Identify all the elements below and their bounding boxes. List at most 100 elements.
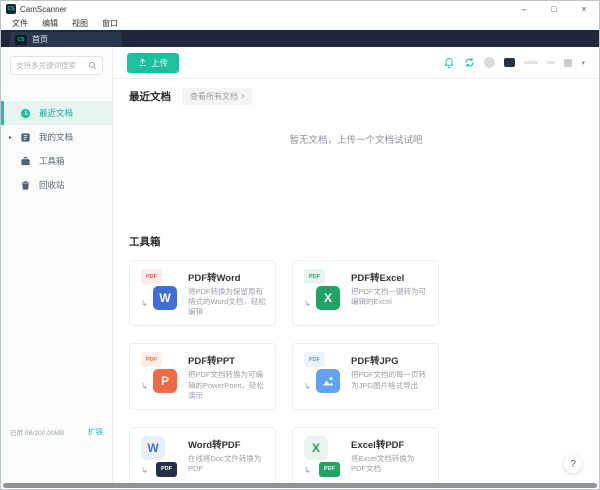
avatar[interactable] (484, 57, 496, 68)
pdf-to-excel-icon: PDF ↳ X (302, 269, 342, 310)
sidebar-item-label: 回收站 (39, 180, 65, 190)
word-badge: W (153, 286, 177, 310)
tab-home-label: 首页 (32, 35, 48, 44)
main-area: 上传 ▾ 最近文档 查看所有文档 > 暂无文档，上传一个文档试试吧 工具箱 PD… (113, 47, 599, 489)
horizontal-scrollbar-track (1, 482, 599, 489)
pdf-badge: PDF (141, 269, 162, 284)
tab-bar: CS 首页 (1, 30, 599, 47)
search-box (10, 56, 103, 75)
pdf-to-jpg-icon: PDF ↳ (302, 352, 342, 394)
pdf-to-ppt-icon: PDF ↳ P (139, 352, 179, 394)
convert-arrow-icon: ↳ (141, 465, 148, 475)
search-input[interactable] (16, 61, 88, 70)
maximize-button[interactable]: □ (539, 1, 569, 17)
tab-home[interactable]: CS 首页 (10, 32, 122, 47)
close-button[interactable]: × (569, 1, 599, 17)
app-logo-icon: CS (6, 4, 16, 14)
convert-arrow-icon: ↳ (141, 382, 148, 392)
tool-card-title: PDF转PPT (188, 356, 235, 368)
tool-card-desc: 把PDF文档一键转为可编辑的Excel (351, 287, 426, 307)
ppt-badge: P (153, 369, 177, 394)
vip-icon (564, 58, 573, 67)
title-bar: CS CamScanner – □ × (1, 1, 599, 17)
help-button[interactable]: ? (564, 455, 582, 473)
menu-window[interactable]: 窗口 (95, 18, 125, 29)
caret-down-icon[interactable]: ▾ (581, 59, 585, 67)
excel-badge: X (316, 286, 340, 310)
storage-used-text: 已用 0B/200.00MB (10, 429, 65, 437)
window-controls: – □ × (509, 1, 599, 17)
convert-arrow-icon: ↳ (304, 382, 311, 392)
convert-arrow-icon: ↳ (141, 299, 148, 308)
menu-file[interactable]: 文件 (5, 18, 35, 29)
pdf-badge: PDF (319, 461, 340, 477)
pdf-badge: PDF (304, 352, 325, 368)
tool-card-title: Word转PDF (188, 439, 241, 451)
trash-icon (20, 180, 31, 191)
menu-edit[interactable]: 编辑 (35, 18, 65, 29)
menu-view[interactable]: 视图 (65, 18, 95, 29)
toolbox-section-title: 工具箱 (129, 236, 161, 248)
sidebar: 最近文档 ▸ 我的文档 工具箱 (1, 47, 113, 489)
tool-card-title: PDF转Excel (351, 273, 405, 284)
tool-card-pdf-to-word[interactable]: PDF ↳ W PDF转Word 将PDF转换为保留原有格式的Word文档，轻松… (129, 260, 276, 327)
excel-badge: X (304, 435, 328, 460)
toolbox-icon (20, 156, 31, 167)
sync-icon[interactable] (464, 57, 475, 68)
upload-button-label: 上传 (151, 57, 169, 68)
recent-docs-header: 最近文档 查看所有文档 > (129, 88, 583, 105)
empty-state-text: 暂无文档，上传一个文档试试吧 (289, 135, 423, 146)
pdf-badge: PDF (304, 269, 325, 284)
pdf-badge: PDF (141, 352, 162, 368)
sidebar-nav: 最近文档 ▸ 我的文档 工具箱 回收站 (1, 101, 112, 197)
camscanner-window: CS CamScanner – □ × 文件 编辑 视图 窗口 CS 首页 支持… (0, 0, 600, 490)
excel-to-pdf-icon: X ↳ PDF (302, 435, 342, 477)
horizontal-scrollbar[interactable] (3, 483, 597, 488)
main-toolbar: 上传 ▾ (113, 47, 599, 79)
sidebar-item-recycle-bin[interactable]: 回收站 (1, 173, 112, 197)
app-body: 最近文档 ▸ 我的文档 工具箱 (1, 47, 599, 489)
header-icons: ▾ (443, 57, 585, 69)
image-icon (316, 369, 340, 394)
view-all-docs-button[interactable]: 查看所有文档 > (182, 88, 253, 105)
convert-arrow-icon: ↳ (304, 465, 311, 475)
sidebar-item-label: 最近文档 (39, 108, 74, 118)
toolbox-grid: PDF ↳ W PDF转Word 将PDF转换为保留原有格式的Word文档，轻松… (129, 260, 583, 486)
storage-expand-link[interactable]: 扩容 (88, 426, 103, 437)
caret-right-icon[interactable]: ▸ (9, 134, 12, 141)
sidebar-item-label: 我的文档 (39, 132, 74, 142)
sidebar-item-my-docs[interactable]: ▸ 我的文档 (1, 125, 112, 149)
tool-card-pdf-to-ppt[interactable]: PDF ↳ P PDF转PPT 把PDF文档转换为可编辑的PowerPoint，… (129, 343, 276, 410)
tool-card-desc: 将Excel文档转换为PDF文档 (351, 453, 415, 473)
username-text (524, 61, 539, 64)
tool-card-title: Excel转PDF (351, 439, 405, 451)
main-content: 最近文档 查看所有文档 > 暂无文档，上传一个文档试试吧 工具箱 PDF ↳ W… (113, 79, 599, 489)
username-text (547, 61, 556, 64)
tool-card-title: PDF转JPG (351, 356, 399, 368)
sidebar-item-toolbox[interactable]: 工具箱 (1, 149, 112, 173)
documents-icon (20, 132, 31, 143)
tool-card-desc: 把PDF文档转换为可编辑的PowerPoint，轻松演示 (188, 370, 264, 400)
sidebar-item-label: 工具箱 (39, 156, 65, 166)
convert-arrow-icon: ↳ (304, 299, 311, 308)
sidebar-item-recent-docs[interactable]: 最近文档 (1, 101, 112, 125)
notification-bell-icon[interactable] (443, 57, 455, 69)
tool-card-excel-to-pdf[interactable]: X ↳ PDF Excel转PDF 将Excel文档转换为PDF文档 (292, 426, 439, 486)
recent-docs-title: 最近文档 (129, 91, 171, 103)
upload-button[interactable]: 上传 (127, 52, 180, 73)
word-to-pdf-icon: W ↳ PDF (139, 435, 179, 477)
minimize-button[interactable]: – (509, 1, 539, 17)
tool-card-pdf-to-excel[interactable]: PDF ↳ X PDF转Excel 把PDF文档一键转为可编辑的Excel (292, 260, 439, 327)
tool-card-desc: 在线将Doc文件转换为PDF (188, 453, 262, 473)
upload-icon (138, 58, 147, 67)
clock-icon (20, 108, 31, 119)
tool-card-pdf-to-jpg[interactable]: PDF ↳ PDF转JPG 把PDF文档的每一页转为JPG图片格式导出 (292, 343, 439, 410)
tool-card-word-to-pdf[interactable]: W ↳ PDF Word转PDF 在线将Doc文件转换为PDF (129, 426, 276, 486)
app-title: CamScanner (20, 4, 67, 14)
tool-card-title: PDF转Word (188, 273, 241, 284)
storage-info: 已用 0B/200.00MB 扩容 (1, 426, 112, 437)
tool-card-desc: 将PDF转换为保留原有格式的Word文档，轻松编辑 (188, 287, 266, 317)
menu-bar: 文件 编辑 视图 窗口 (1, 17, 599, 30)
cs-logo-icon: CS (15, 34, 27, 45)
search-icon (88, 61, 97, 70)
